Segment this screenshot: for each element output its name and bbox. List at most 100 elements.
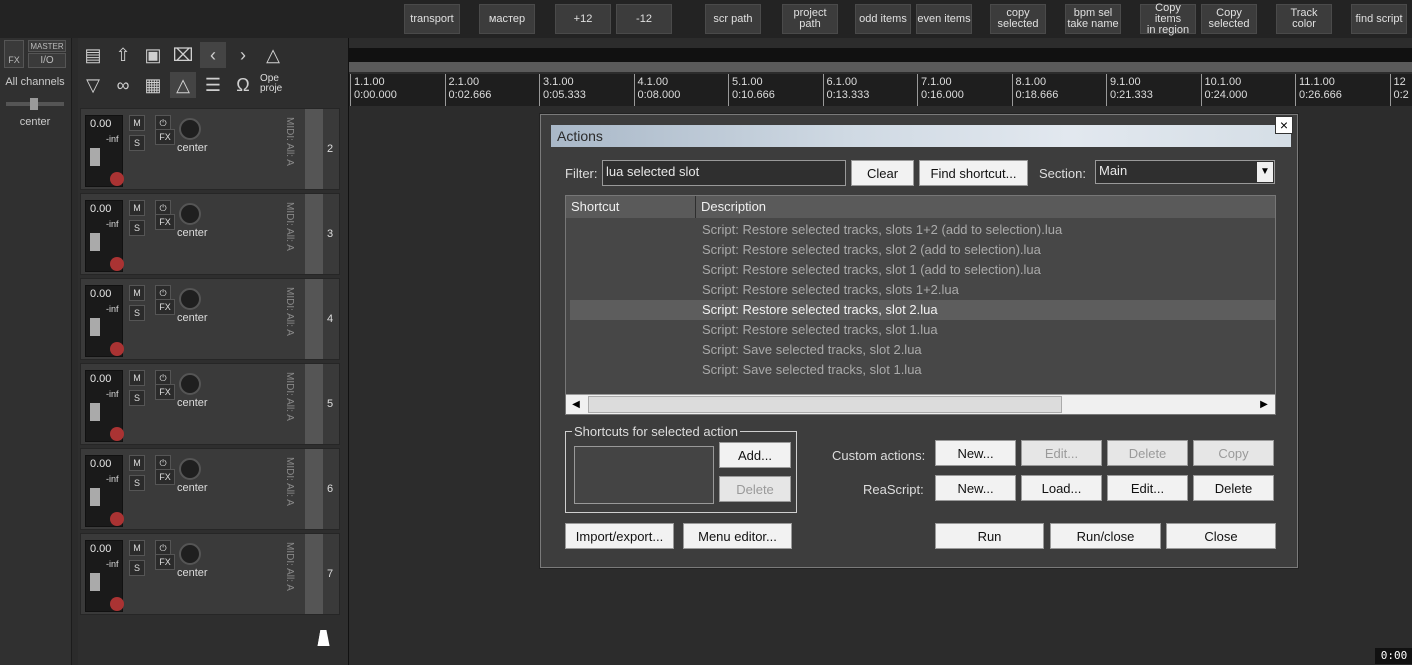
volume-fader-handle[interactable] <box>90 318 100 336</box>
custom-edit-button[interactable]: Edit... <box>1021 440 1102 466</box>
save-icon[interactable]: ▣ <box>140 42 166 68</box>
custom-new-button[interactable]: New... <box>935 440 1016 466</box>
shortcut-list[interactable] <box>574 446 714 504</box>
ripple-icon[interactable]: ☰ <box>200 72 226 98</box>
find-shortcut-button[interactable]: Find shortcut... <box>919 160 1028 186</box>
section-select[interactable]: Main ▼ <box>1095 160 1275 184</box>
mute-button[interactable]: M <box>129 370 145 386</box>
run-button[interactable]: Run <box>935 523 1044 549</box>
undo-icon[interactable]: ‹ <box>200 42 226 68</box>
timeline-ruler[interactable]: 1.1.00 0:00.000 2.1.00 0:02.666 3.1.00 0:05.3… <box>349 74 1412 106</box>
reascript-new-button[interactable]: New... <box>935 475 1016 501</box>
scroll-right-icon[interactable]: ▶ <box>1256 397 1272 413</box>
list-item[interactable]: Script: Restore selected tracks, slots 1… <box>570 280 1275 300</box>
mute-button[interactable]: M <box>129 455 145 471</box>
scroll-thumb[interactable] <box>588 396 1062 413</box>
track-level-bar[interactable] <box>305 364 323 444</box>
pan-knob[interactable] <box>179 543 201 565</box>
solo-button[interactable]: S <box>129 305 145 321</box>
custom-copy-button[interactable]: Copy <box>1193 440 1274 466</box>
track-row[interactable]: 0.00 -inf M S ⏻ FX center MIDI: All: A5 <box>80 363 340 445</box>
fx-button[interactable]: FX <box>155 469 175 485</box>
volume-meter[interactable]: 0.00 -inf <box>85 540 124 612</box>
open-project-label[interactable]: Ope proje <box>260 74 290 94</box>
pan-knob[interactable] <box>179 288 201 310</box>
track-level-bar[interactable] <box>305 109 323 189</box>
toolbar-button-scr-path[interactable]: scr path <box>705 4 761 34</box>
record-arm-icon[interactable] <box>110 597 124 611</box>
toolbar-button-odd-items[interactable]: odd items <box>855 4 911 34</box>
solo-button[interactable]: S <box>129 475 145 491</box>
toolbar-button-project-path[interactable]: project path <box>782 4 838 34</box>
volume-fader-handle[interactable] <box>90 148 100 166</box>
pan-knob[interactable] <box>179 118 201 140</box>
mute-button[interactable]: M <box>129 115 145 131</box>
toolbar-button-мастер[interactable]: мастер <box>479 4 535 34</box>
reascript-load-button[interactable]: Load... <box>1021 475 1102 501</box>
horizontal-scrollbar[interactable]: ◀ ▶ <box>566 394 1275 414</box>
col-description[interactable]: Description <box>696 196 1275 218</box>
solo-button[interactable]: S <box>129 390 145 406</box>
snap-icon[interactable]: Ω <box>230 72 256 98</box>
list-item[interactable]: Script: Restore selected tracks, slot 2 … <box>570 240 1275 260</box>
custom-delete-button[interactable]: Delete <box>1107 440 1188 466</box>
master-fx-button[interactable]: FX <box>4 40 24 68</box>
scroll-left-icon[interactable]: ◀ <box>568 397 584 413</box>
mute-button[interactable]: M <box>129 285 145 301</box>
mute-button[interactable]: M <box>129 540 145 556</box>
actions-list[interactable]: Shortcut Description Script: Restore sel… <box>565 195 1276 415</box>
toolbar-button-track-color[interactable]: Track color <box>1276 4 1332 34</box>
track-row[interactable]: 0.00 -inf M S ⏻ FX center MIDI: All: A7 <box>80 533 340 615</box>
toolbar-button-find-script[interactable]: find script <box>1351 4 1407 34</box>
menu-editor-button[interactable]: Menu editor... <box>683 523 792 549</box>
volume-meter[interactable]: 0.00 -inf <box>85 115 124 187</box>
dialog-title-bar[interactable]: Actions <box>551 125 1291 147</box>
volume-fader-handle[interactable] <box>90 233 100 251</box>
fx-button[interactable]: FX <box>155 214 175 230</box>
filter-input[interactable]: lua selected slot <box>602 160 846 186</box>
volume-meter[interactable]: 0.00 -inf <box>85 370 124 442</box>
master-io-button[interactable]: I/O <box>28 53 66 68</box>
grid-icon[interactable]: ▦ <box>140 72 166 98</box>
metronome-icon[interactable]: △ <box>260 42 286 68</box>
list-item[interactable]: Script: Restore selected tracks, slot 1.… <box>570 320 1275 340</box>
record-arm-icon[interactable] <box>110 512 124 526</box>
record-arm-icon[interactable] <box>110 427 124 441</box>
filter-icon[interactable]: ▽ <box>80 72 106 98</box>
pan-knob[interactable] <box>179 458 201 480</box>
master-pan-handle[interactable] <box>30 98 38 110</box>
record-arm-icon[interactable] <box>110 172 124 186</box>
midi-input-label[interactable]: MIDI: All: A <box>281 457 295 523</box>
pan-knob[interactable] <box>179 203 201 225</box>
track-level-bar[interactable] <box>305 194 323 274</box>
midi-input-label[interactable]: MIDI: All: A <box>281 117 295 183</box>
volume-fader-handle[interactable] <box>90 403 100 421</box>
track-level-bar[interactable] <box>305 279 323 359</box>
paperclip-icon[interactable]: ⌧ <box>170 42 196 68</box>
midi-input-label[interactable]: MIDI: All: A <box>281 202 295 268</box>
record-arm-icon[interactable] <box>110 257 124 271</box>
run-close-button[interactable]: Run/close <box>1050 523 1161 549</box>
volume-meter[interactable]: 0.00 -inf <box>85 200 124 272</box>
track-row[interactable]: 0.00 -inf M S ⏻ FX center MIDI: All: A3 <box>80 193 340 275</box>
solo-button[interactable]: S <box>129 220 145 236</box>
toolbar-button-+12[interactable]: +12 <box>555 4 611 34</box>
fx-button[interactable]: FX <box>155 129 175 145</box>
redo-icon[interactable]: › <box>230 42 256 68</box>
clear-button[interactable]: Clear <box>851 160 914 186</box>
volume-fader-handle[interactable] <box>90 488 100 506</box>
fx-button[interactable]: FX <box>155 299 175 315</box>
list-item[interactable]: Script: Save selected tracks, slot 2.lua <box>570 340 1275 360</box>
solo-button[interactable]: S <box>129 135 145 151</box>
list-item[interactable]: Script: Save selected tracks, slot 1.lua <box>570 360 1275 380</box>
midi-input-label[interactable]: MIDI: All: A <box>281 372 295 438</box>
track-level-bar[interactable] <box>305 449 323 529</box>
toolbar-button--12[interactable]: -12 <box>616 4 672 34</box>
pan-knob[interactable] <box>179 373 201 395</box>
midi-input-label[interactable]: MIDI: All: A <box>281 542 295 608</box>
envelope-icon[interactable]: △ <box>170 72 196 98</box>
chevron-down-icon[interactable]: ▼ <box>1257 162 1273 182</box>
track-level-bar[interactable] <box>305 534 323 614</box>
toolbar-button-even-items[interactable]: even items <box>916 4 972 34</box>
track-row[interactable]: 0.00 -inf M S ⏻ FX center MIDI: All: A4 <box>80 278 340 360</box>
